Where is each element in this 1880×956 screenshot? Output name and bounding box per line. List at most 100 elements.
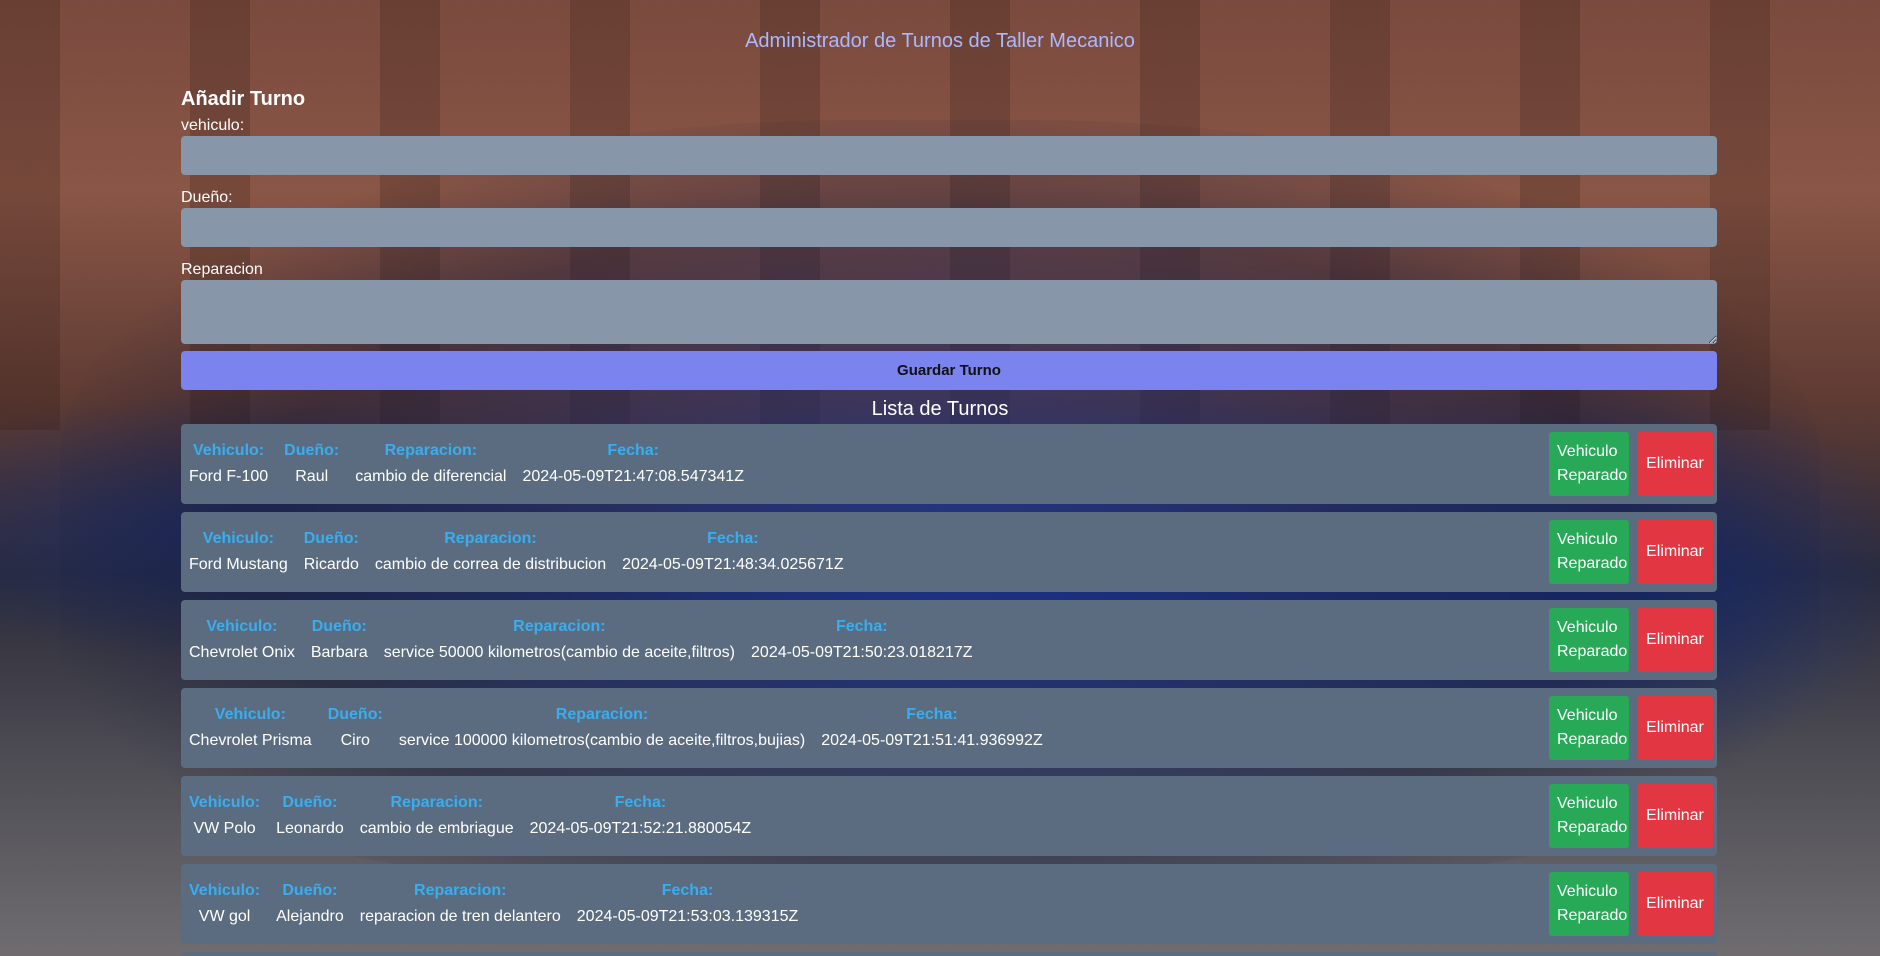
turno-fecha-value: 2024-05-09T21:51:41.936992Z: [821, 732, 1043, 749]
vehiculo-reparado-button[interactable]: Vehiculo Reparado: [1549, 608, 1629, 672]
turno-vehiculo-value: VW Polo: [193, 820, 256, 837]
eliminar-button[interactable]: Eliminar: [1637, 432, 1713, 496]
turno-reparacion-value: cambio de embriague: [359, 820, 514, 837]
app-title: Administrador de Turnos de Taller Mecani…: [745, 30, 1135, 52]
turno-dueno-value: Alejandro: [276, 908, 344, 925]
turno-vehiculo-column: Vehiculo: Chevrolet Onix: [181, 618, 303, 662]
turno-dueno-column: Dueño: Ciro: [320, 706, 391, 750]
turno-dueno-column: Dueño: Leonardo: [268, 794, 352, 838]
vehiculo-reparado-button[interactable]: Vehiculo Reparado: [1549, 696, 1629, 760]
turno-card: Vehiculo: Chevrolet Onix Dueño: Barbara Repa…: [181, 600, 1717, 680]
turno-vehiculo-value: Chevrolet Onix: [189, 644, 295, 661]
turno-card: Vehiculo: VW Polo Dueño: Leonardo Reparacion…: [181, 776, 1717, 856]
turno-vehiculo-value: Ford Mustang: [189, 556, 288, 573]
turno-fecha-column: Fecha: 2024-05-09T21:52:21.880054Z: [522, 794, 760, 838]
turno-vehiculo-value: VW gol: [198, 908, 251, 925]
vehiculo-reparado-button[interactable]: Vehiculo Reparado: [1549, 520, 1629, 584]
turno-dueno-column: Dueño: Ricardo: [296, 530, 367, 574]
turno-dueno-label: Dueño:: [327, 706, 383, 723]
eliminar-button[interactable]: Eliminar: [1637, 608, 1713, 672]
turno-fecha-value: 2024-05-09T21:48:34.025671Z: [622, 556, 844, 573]
turno-card: Vehiculo: VW gol Dueño: Alejandro Reparacion…: [181, 864, 1717, 944]
vehiculo-label: vehiculo:: [181, 117, 245, 134]
dueno-label: Dueño:: [181, 189, 233, 206]
turno-reparacion-column: Reparacion: cambio de correa de distribuc…: [367, 530, 614, 574]
turno-dueno-value: Raul: [295, 468, 329, 485]
turno-vehiculo-column: Vehiculo: Chevrolet Prisma: [181, 706, 320, 750]
turno-dueno-label: Dueño:: [311, 618, 367, 635]
reparacion-textarea[interactable]: [181, 280, 1717, 344]
turno-dueno-label: Dueño:: [282, 794, 338, 811]
turno-reparacion-value: reparacion de tren delantero: [359, 908, 561, 925]
vehiculo-reparado-button[interactable]: Vehiculo Reparado: [1549, 432, 1629, 496]
turno-dueno-column: Dueño: Alejandro: [268, 882, 352, 926]
vehiculo-reparado-button[interactable]: Vehiculo Reparado: [1549, 784, 1629, 848]
turno-fecha-value: 2024-05-09T21:50:23.018217Z: [751, 644, 973, 661]
turno-reparacion-value: cambio de diferencial: [355, 468, 507, 485]
form-heading: Añadir Turno: [181, 88, 306, 110]
turno-reparacion-label: Reparacion:: [513, 618, 606, 635]
eliminar-button[interactable]: Eliminar: [1637, 784, 1713, 848]
turno-fecha-column: Fecha: 2024-05-09T21:50:23.018217Z: [743, 618, 981, 662]
turno-vehiculo-label: Vehiculo:: [193, 442, 265, 459]
turno-reparacion-column: Reparacion: cambio de diferencial: [347, 442, 514, 486]
turno-reparacion-label: Reparacion:: [390, 794, 483, 811]
turno-actions: Vehiculo Reparado Eliminar: [1549, 696, 1713, 760]
turno-dueno-value: Barbara: [310, 644, 368, 661]
vehiculo-reparado-button[interactable]: Vehiculo Reparado: [1549, 872, 1629, 936]
turno-actions: Vehiculo Reparado Eliminar: [1549, 608, 1713, 672]
dueno-input[interactable]: [181, 208, 1717, 247]
app-page: Administrador de Turnos de Taller Mecani…: [0, 0, 1880, 956]
turno-actions: Vehiculo Reparado Eliminar: [1549, 872, 1713, 936]
turno-vehiculo-label: Vehiculo:: [206, 618, 278, 635]
turno-reparacion-column: Reparacion: service 50000 kilometros(camb…: [376, 618, 743, 662]
turno-vehiculo-column: Vehiculo: Ford F-100: [181, 442, 276, 486]
turno-reparacion-value: service 100000 kilometros(cambio de acei…: [398, 732, 806, 749]
turno-fecha-label: Fecha:: [835, 618, 888, 635]
add-turno-form: Añadir Turno vehiculo: Dueño: Reparacion…: [181, 88, 1717, 390]
turno-fecha-value: 2024-05-09T21:52:21.880054Z: [529, 820, 752, 837]
turnos-list: Vehiculo: Ford F-100 Dueño: Raul Reparacion:…: [181, 424, 1717, 956]
turno-dueno-value: Ricardo: [303, 556, 359, 573]
turno-fecha-value: 2024-05-09T21:47:08.547341Z: [522, 468, 744, 485]
eliminar-button[interactable]: Eliminar: [1637, 872, 1713, 936]
turno-reparacion-value: cambio de correa de distribucion: [374, 556, 607, 573]
turno-card: Vehiculo: Ford Mustang Dueño: Ricardo Repara…: [181, 512, 1717, 592]
turno-vehiculo-column: Vehiculo: Ford Mustang: [181, 530, 296, 574]
turno-vehiculo-label: Vehiculo:: [189, 882, 261, 899]
list-title: Lista de Turnos: [871, 398, 1009, 420]
turno-fecha-value: 2024-05-09T21:53:03.139315Z: [576, 908, 799, 925]
turno-dueno-label: Dueño:: [284, 442, 340, 459]
turno-reparacion-label: Reparacion:: [414, 882, 507, 899]
turno-fecha-label: Fecha:: [607, 442, 659, 459]
turno-fecha-label: Fecha:: [661, 882, 714, 899]
turno-reparacion-label: Reparacion:: [384, 442, 478, 459]
turno-vehiculo-column: Vehiculo: VW Polo: [181, 794, 268, 838]
eliminar-button[interactable]: Eliminar: [1637, 696, 1713, 760]
save-turno-button[interactable]: Guardar Turno: [181, 351, 1717, 390]
turno-reparacion-column: Reparacion: reparacion de tren delantero: [352, 882, 569, 926]
turno-reparacion-value: service 50000 kilometros(cambio de aceit…: [383, 644, 736, 661]
turno-dueno-column: Dueño: Barbara: [303, 618, 376, 662]
turno-actions: Vehiculo Reparado Eliminar: [1549, 432, 1713, 496]
turno-fecha-column: Fecha: 2024-05-09T21:47:08.547341Z: [514, 442, 752, 486]
turno-fecha-label: Fecha:: [707, 530, 759, 547]
turno-fecha-column: Fecha: 2024-05-09T21:53:03.139315Z: [569, 882, 807, 926]
turno-vehiculo-value: Chevrolet Prisma: [189, 732, 312, 749]
turno-fecha-label: Fecha:: [614, 794, 667, 811]
reparacion-label: Reparacion: [181, 261, 263, 278]
turno-fecha-column: Fecha: 2024-05-09T21:51:41.936992Z: [813, 706, 1051, 750]
turno-card-partial: [181, 952, 1717, 956]
turno-actions: Vehiculo Reparado Eliminar: [1549, 520, 1713, 584]
turno-fecha-label: Fecha:: [906, 706, 958, 723]
turno-dueno-label: Dueño:: [303, 530, 359, 547]
eliminar-button[interactable]: Eliminar: [1637, 520, 1713, 584]
turno-vehiculo-label: Vehiculo:: [189, 794, 261, 811]
turno-vehiculo-label: Vehiculo:: [202, 530, 274, 547]
turno-reparacion-label: Reparacion:: [444, 530, 537, 547]
vehiculo-input[interactable]: [181, 136, 1717, 175]
turno-dueno-value: Ciro: [340, 732, 370, 749]
turno-card: Vehiculo: Chevrolet Prisma Dueño: Ciro Repar…: [181, 688, 1717, 768]
turno-actions: Vehiculo Reparado Eliminar: [1549, 784, 1713, 848]
turno-vehiculo-column: Vehiculo: VW gol: [181, 882, 268, 926]
